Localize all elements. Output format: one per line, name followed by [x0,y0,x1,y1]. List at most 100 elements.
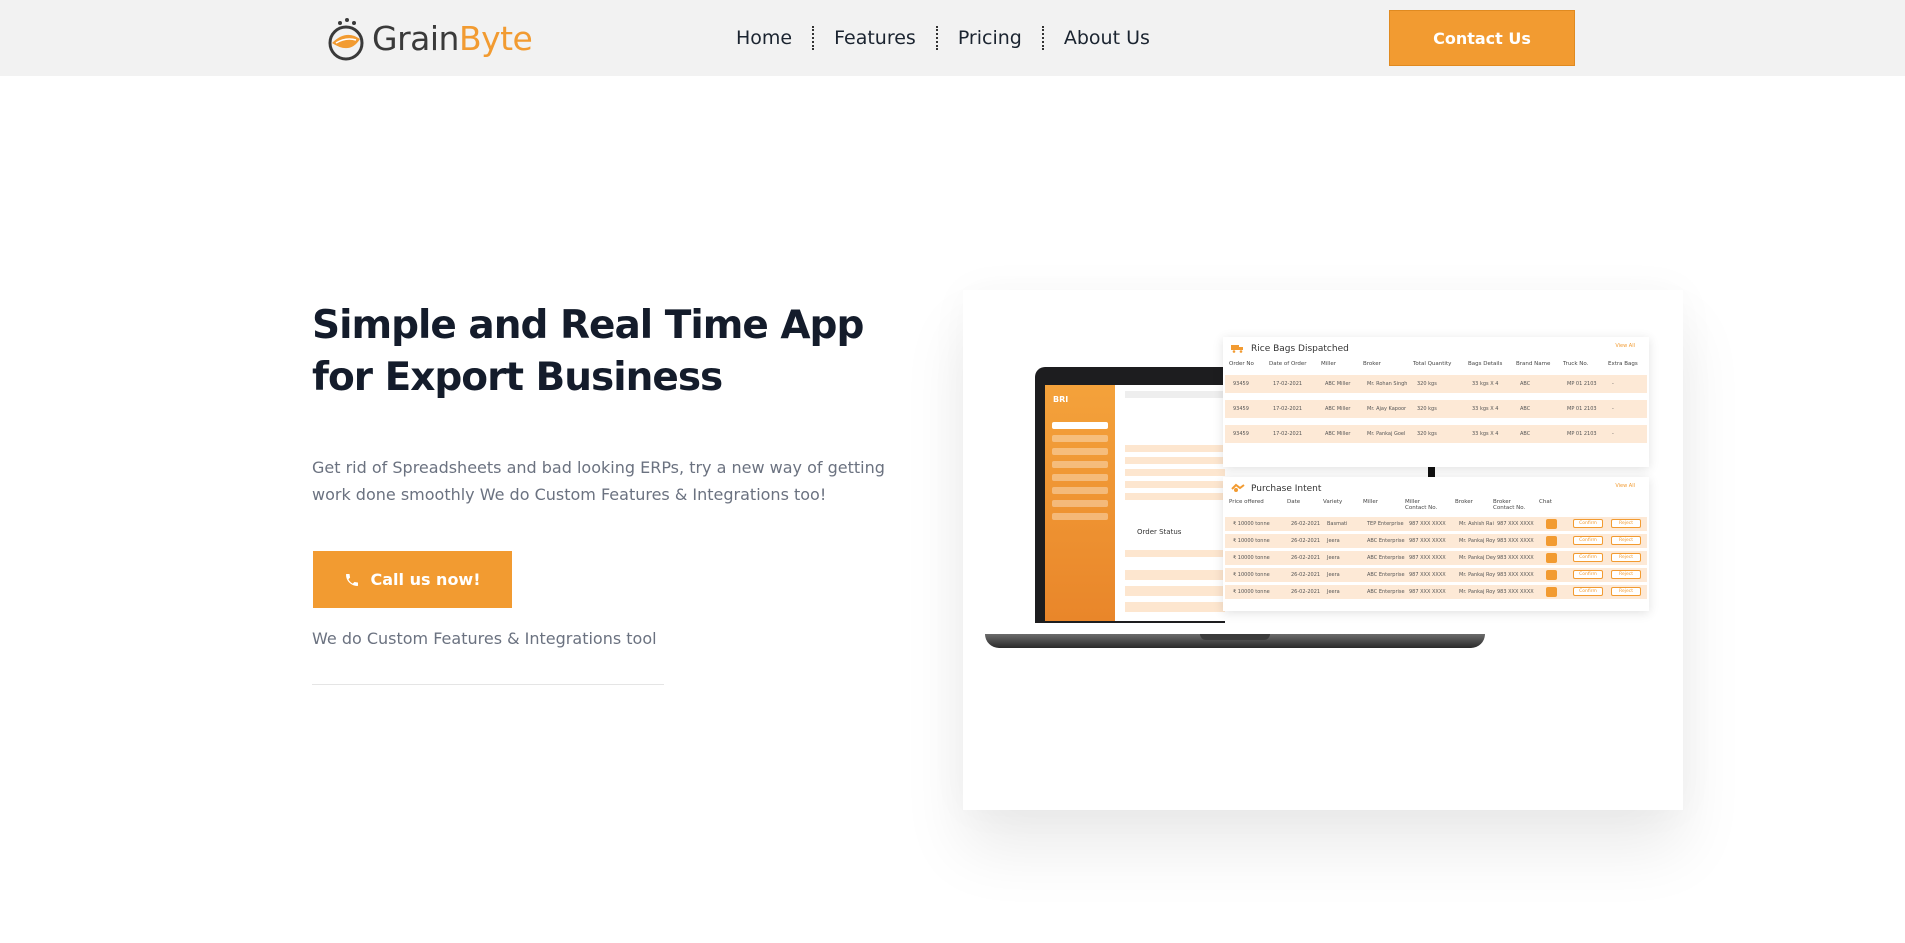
app-row [1125,481,1225,488]
call-us-button[interactable]: Call us now! [313,551,512,608]
table-cell: 26-02-2021 [1291,538,1321,544]
brand-name: GrainByte [372,18,533,58]
handshake-icon [1231,483,1245,492]
table-cell: 320 kgs [1417,431,1437,437]
sidebar-item [1052,500,1108,507]
app-row [1125,570,1225,580]
table-cell: 987 XXX XXXX [1497,521,1534,527]
contact-us-button[interactable]: Contact Us [1389,10,1575,66]
nav-features[interactable]: Features [812,26,936,50]
table-cell: 26-02-2021 [1291,589,1321,595]
table-cell: ABC Miller [1325,431,1351,437]
rice-bags-column-header: Order No [1229,361,1254,367]
sidebar-item [1052,513,1108,520]
chat-icon[interactable] [1546,570,1557,580]
table-cell: TEP Enterprise [1367,521,1404,527]
table-cell: 93459 [1233,381,1249,387]
laptop-notch [1200,634,1270,640]
table-cell: 983 XXX XXXX [1497,538,1534,544]
truck-icon [1231,345,1243,353]
table-cell: Jeera [1327,555,1340,561]
confirm-button[interactable]: Confirm [1573,570,1603,579]
brand-logo[interactable]: GrainByte [322,14,533,62]
table-cell: - [1612,381,1614,387]
rice-bags-view-all[interactable]: View All [1615,343,1635,349]
confirm-button[interactable]: Confirm [1573,536,1603,545]
purchase-intent-column-header: Chat [1539,499,1552,505]
chat-icon[interactable] [1546,519,1557,529]
table-cell: 983 XXX XXXX [1497,589,1534,595]
table-cell: Jeera [1327,572,1340,578]
table-cell: ₹ 10000 tonne [1233,538,1270,544]
table-cell: 33 kgs X 4 [1472,406,1499,412]
grain-leaf-icon [328,18,364,61]
table-cell: MP 01 2103 [1567,406,1597,412]
phone-icon [346,573,359,586]
sidebar-item [1052,435,1108,442]
table-cell: 320 kgs [1417,406,1437,412]
reject-button[interactable]: Reject [1611,587,1641,596]
table-cell: - [1612,406,1614,412]
app-row [1125,445,1225,452]
purchase-intent-column-header: Date [1287,499,1301,505]
purchase-intent-column-header: Miller [1363,499,1378,505]
reject-button[interactable]: Reject [1611,519,1641,528]
app-row [1125,602,1225,612]
table-cell: 987 XXX XXXX [1409,572,1446,578]
nav-pricing[interactable]: Pricing [935,26,1042,50]
nav-about-us[interactable]: About Us [1041,26,1170,50]
table-cell: 17-02-2021 [1273,431,1303,437]
rice-bags-column-header: Brand Name [1516,361,1551,367]
table-cell: 320 kgs [1417,381,1437,387]
table-cell: Basmati [1327,521,1348,527]
purchase-intent-column-header: Miller Contact No. [1405,499,1438,511]
confirm-button[interactable]: Confirm [1573,519,1603,528]
table-cell: 983 XXX XXXX [1497,555,1534,561]
chat-icon[interactable] [1546,553,1557,563]
app-sidebar-title: BRI [1053,395,1069,404]
reject-button[interactable]: Reject [1611,536,1641,545]
table-cell: Mr. Rohan Singh [1367,381,1408,387]
brand-name-part1: Grain [372,18,459,58]
chat-icon[interactable] [1546,587,1557,597]
sidebar-item-active [1052,422,1108,429]
table-cell: MP 01 2103 [1567,431,1597,437]
table-cell: 26-02-2021 [1291,521,1321,527]
sidebar-item [1052,487,1108,494]
confirm-button[interactable]: Confirm [1573,587,1603,596]
brand-name-part2: Byte [458,18,533,58]
table-cell: ABC Miller [1325,406,1351,412]
laptop-screen: BRI Order Status [1045,385,1225,621]
table-cell: ₹ 10000 tonne [1233,555,1270,561]
purchase-intent-view-all[interactable]: View All [1615,483,1635,489]
purchase-intent-title: Purchase Intent [1251,484,1322,494]
site-header: GrainByte Home Features Pricing About Us… [0,0,1905,76]
table-cell: Jeera [1327,538,1340,544]
reject-button[interactable]: Reject [1611,570,1641,579]
chat-icon[interactable] [1546,536,1557,546]
table-cell: Mr. Pankaj Dey [1459,555,1496,561]
table-cell: Mr. Pankaj Roy [1459,572,1496,578]
table-cell: ABC Enterprise [1367,589,1405,595]
confirm-button[interactable]: Confirm [1573,553,1603,562]
purchase-intent-panel: Purchase Intent View All Price offered Da… [1223,477,1649,611]
call-us-label: Call us now! [370,570,481,589]
order-status-title: Order Status [1137,528,1182,536]
reject-button[interactable]: Reject [1611,553,1641,562]
app-search-bar [1125,391,1225,398]
table-cell: 17-02-2021 [1273,406,1303,412]
purchase-intent-column-header: Variety [1323,499,1343,505]
sidebar-item [1052,461,1108,468]
table-cell: 17-02-2021 [1273,381,1303,387]
nav-home[interactable]: Home [716,26,812,50]
table-cell: 987 XXX XXXX [1409,589,1446,595]
table-cell: 33 kgs X 4 [1472,381,1499,387]
table-cell: 983 XXX XXXX [1497,572,1534,578]
table-cell: Mr. Ashish Rai [1459,521,1494,527]
purchase-intent-column-header: Price offered [1229,499,1264,505]
table-cell: 93459 [1233,431,1249,437]
table-cell: ABC [1520,381,1531,387]
app-row [1125,457,1225,464]
divider [312,684,664,685]
table-cell: ABC Miller [1325,381,1351,387]
